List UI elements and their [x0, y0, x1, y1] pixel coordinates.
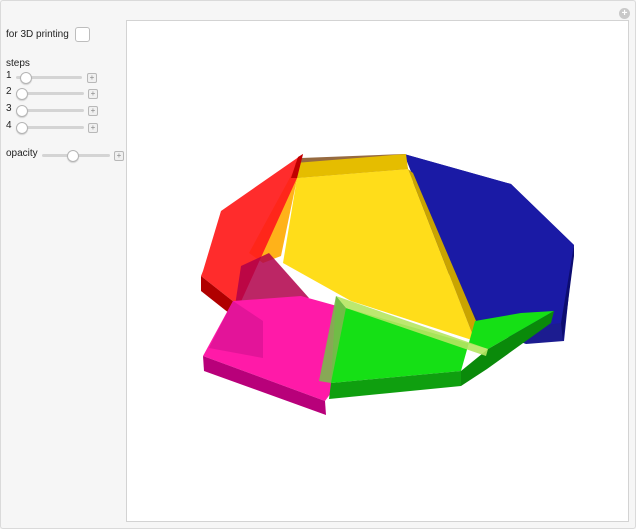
step-1-plus-icon[interactable]: +	[87, 73, 97, 83]
step-4-plus-icon[interactable]: +	[88, 123, 98, 133]
step-2-label: 2	[6, 86, 12, 97]
graphics-3d-pane[interactable]	[126, 20, 629, 522]
steps-heading: steps	[6, 58, 30, 69]
print-3d-label: for 3D printing	[6, 29, 69, 40]
print-3d-checkbox[interactable]	[75, 27, 90, 42]
plus-circle-icon[interactable]: +	[619, 8, 630, 19]
step-2-slider-row: 2 +	[6, 86, 101, 100]
step-1-slider-row: 1 +	[6, 70, 101, 84]
step-4-label: 4	[6, 120, 12, 131]
polyhedron-graphic[interactable]	[127, 21, 628, 521]
step-3-slider-row: 3 +	[6, 103, 101, 117]
opacity-plus-icon[interactable]: +	[114, 151, 124, 161]
opacity-slider-row: opacity +	[6, 148, 126, 162]
step-4-slider-row: 4 +	[6, 120, 101, 134]
step-1-label: 1	[6, 70, 12, 81]
step-2-slider-thumb[interactable]	[16, 88, 28, 100]
step-3-slider-thumb[interactable]	[16, 105, 28, 117]
control-panel: for 3D printing steps 1 + 2 + 3 + 4 + op…	[0, 0, 125, 529]
step-4-slider-thumb[interactable]	[16, 122, 28, 134]
opacity-label: opacity	[6, 148, 38, 159]
step-3-label: 3	[6, 103, 12, 114]
step-3-plus-icon[interactable]: +	[88, 106, 98, 116]
step-2-plus-icon[interactable]: +	[88, 89, 98, 99]
step-1-slider-thumb[interactable]	[20, 72, 32, 84]
opacity-slider-thumb[interactable]	[67, 150, 79, 162]
